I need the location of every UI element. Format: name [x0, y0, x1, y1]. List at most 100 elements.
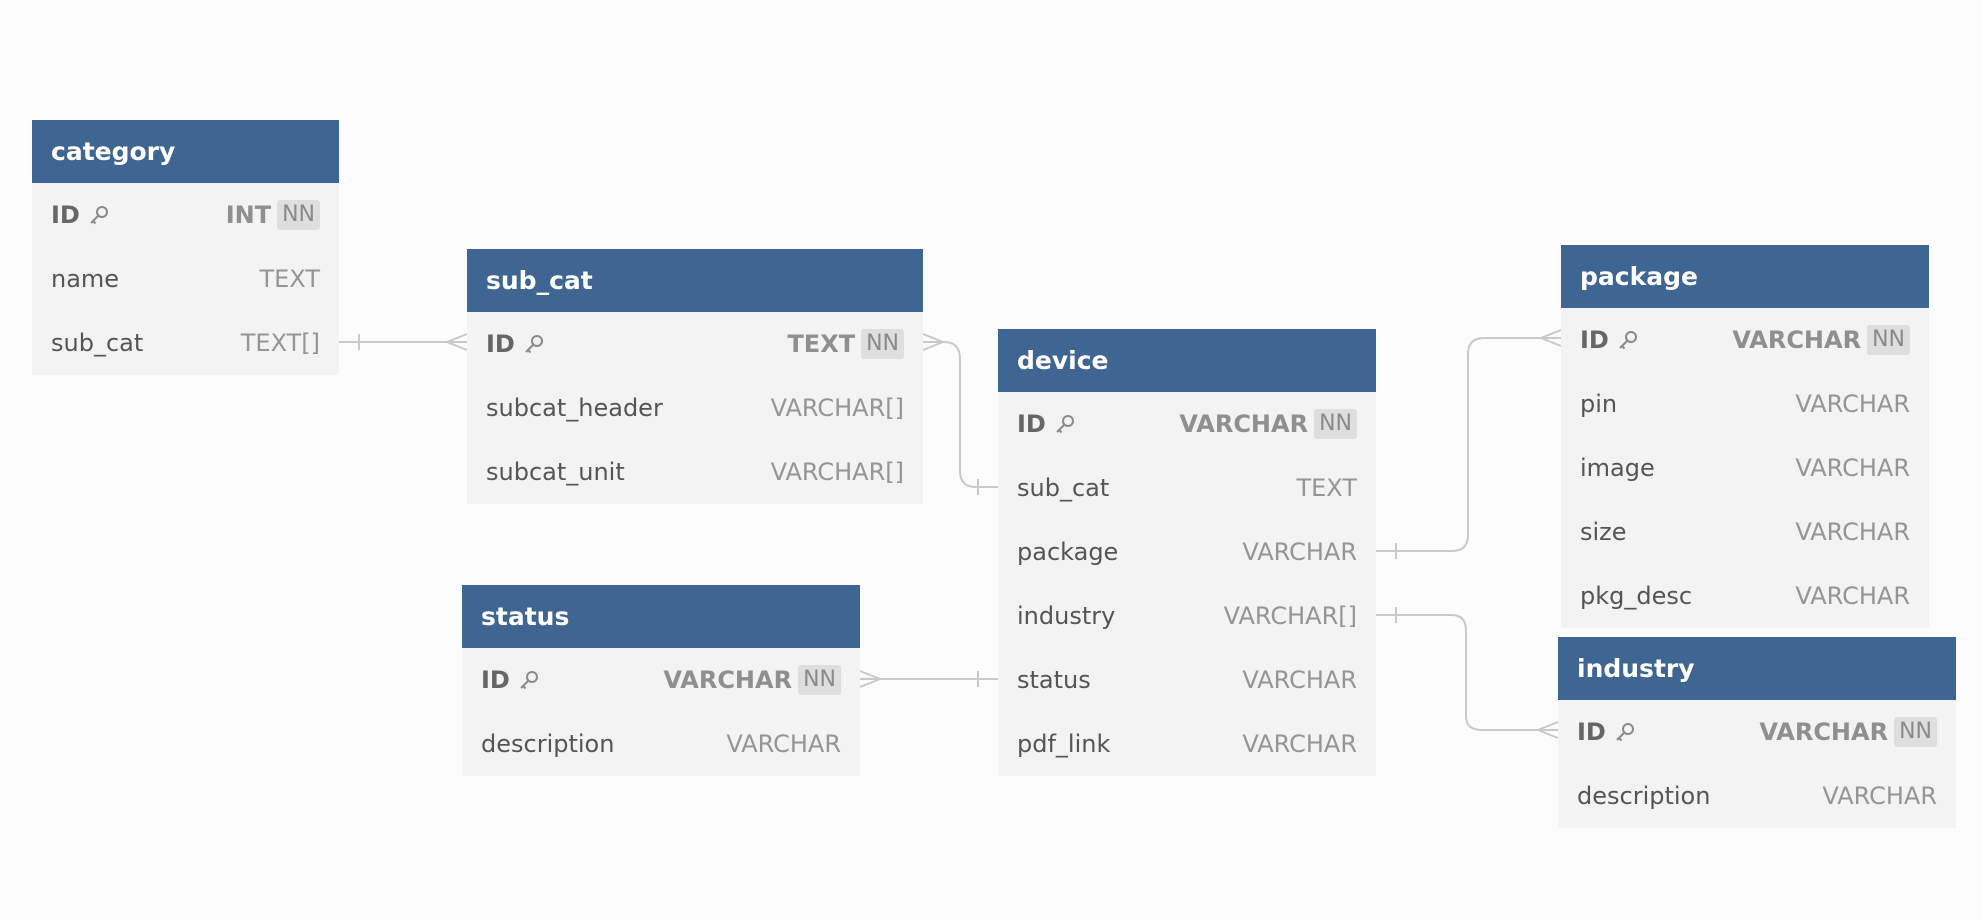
column-type: VARCHAR	[1822, 782, 1937, 810]
table-title: sub_cat	[486, 266, 593, 295]
column-row-status[interactable]: status VARCHAR	[998, 648, 1376, 712]
column-row-industry[interactable]: industry VARCHAR[]	[998, 584, 1376, 648]
column-type: VARCHAR[]	[770, 394, 904, 422]
column-name: ID	[1580, 326, 1609, 354]
connector-line	[1376, 337, 1561, 552]
column-type: VARCHAR	[1795, 582, 1910, 610]
column-row-sub-cat[interactable]: sub_cat TEXT	[998, 456, 1376, 520]
key-icon	[518, 669, 540, 691]
column-type: VARCHAR	[1795, 390, 1910, 418]
table-header-device[interactable]: device	[998, 329, 1376, 392]
column-row-description[interactable]: description VARCHAR	[462, 712, 860, 776]
not-null-badge: NN	[1314, 409, 1357, 439]
column-name: size	[1580, 518, 1627, 546]
not-null-badge: NN	[1867, 325, 1910, 355]
column-row-id[interactable]: ID INT NN	[32, 183, 339, 247]
column-type: VARCHAR	[726, 730, 841, 758]
not-null-badge: NN	[798, 665, 841, 695]
column-type: TEXT[]	[240, 329, 320, 357]
column-row-pkg-desc[interactable]: pkg_desc VARCHAR	[1561, 564, 1929, 628]
table-title: category	[51, 137, 176, 166]
column-row-image[interactable]: image VARCHAR	[1561, 436, 1929, 500]
column-type: TEXT	[787, 330, 856, 358]
column-name: ID	[486, 330, 515, 358]
column-name: package	[1017, 538, 1119, 566]
not-null-badge: NN	[277, 200, 320, 230]
column-name: sub_cat	[51, 329, 144, 357]
column-type: VARCHAR	[1242, 666, 1357, 694]
column-row-id[interactable]: ID VARCHAR NN	[998, 392, 1376, 456]
column-row-description[interactable]: description VARCHAR	[1558, 764, 1956, 828]
not-null-badge: NN	[861, 329, 904, 359]
many-marker	[444, 333, 468, 351]
column-type: VARCHAR	[1795, 454, 1910, 482]
column-row-sub-cat[interactable]: sub_cat TEXT[]	[32, 311, 339, 375]
table-package[interactable]: package ID VARCHAR NN pin VARCHAR image …	[1561, 245, 1929, 628]
column-row-pdf-link[interactable]: pdf_link VARCHAR	[998, 712, 1376, 776]
key-icon	[523, 333, 545, 355]
table-header-status[interactable]: status	[462, 585, 860, 648]
relationship-device-industry[interactable]	[1376, 607, 1559, 739]
relationship-device-status[interactable]	[859, 670, 998, 688]
table-sub-cat[interactable]: sub_cat ID TEXT NN subcat_header VARCHAR…	[467, 249, 923, 504]
column-name: description	[1577, 782, 1711, 810]
table-header-industry[interactable]: industry	[1558, 637, 1956, 700]
column-row-id[interactable]: ID VARCHAR NN	[1561, 308, 1929, 372]
table-header-category[interactable]: category	[32, 120, 339, 183]
column-row-id[interactable]: ID TEXT NN	[467, 312, 923, 376]
column-type: VARCHAR	[1242, 538, 1357, 566]
column-type: VARCHAR	[1795, 518, 1910, 546]
not-null-badge: NN	[1894, 717, 1937, 747]
column-type: VARCHAR[]	[770, 458, 904, 486]
column-name: name	[51, 265, 120, 293]
key-icon	[1617, 329, 1639, 351]
column-name: pin	[1580, 390, 1618, 418]
column-row-id[interactable]: ID VARCHAR NN	[1558, 700, 1956, 764]
column-type: TEXT	[259, 265, 320, 293]
column-row-id[interactable]: ID VARCHAR NN	[462, 648, 860, 712]
table-title: package	[1580, 262, 1698, 291]
column-name: sub_cat	[1017, 474, 1110, 502]
column-type: VARCHAR	[1732, 326, 1862, 354]
column-type: VARCHAR	[1242, 730, 1357, 758]
column-type: VARCHAR	[1759, 718, 1889, 746]
table-industry[interactable]: industry ID VARCHAR NN description VARCH…	[1558, 637, 1956, 828]
many-marker	[859, 670, 883, 688]
column-row-pin[interactable]: pin VARCHAR	[1561, 372, 1929, 436]
column-type: VARCHAR	[1179, 410, 1309, 438]
column-type: INT	[225, 201, 272, 229]
connector-line	[923, 341, 998, 488]
column-name: subcat_header	[486, 394, 663, 422]
key-icon	[1054, 413, 1076, 435]
er-diagram-canvas: category ID INT NN name TEXT sub_cat TEX…	[0, 0, 1982, 920]
table-category[interactable]: category ID INT NN name TEXT sub_cat TEX…	[32, 120, 339, 375]
table-header-package[interactable]: package	[1561, 245, 1929, 308]
table-title: status	[481, 602, 570, 631]
column-row-subcat-header[interactable]: subcat_header VARCHAR[]	[467, 376, 923, 440]
column-name: image	[1580, 454, 1655, 482]
column-name: subcat_unit	[486, 458, 625, 486]
column-name: ID	[1577, 718, 1606, 746]
column-name: description	[481, 730, 615, 758]
column-name: industry	[1017, 602, 1116, 630]
relationship-device-sub-cat[interactable]	[922, 333, 998, 495]
column-row-size[interactable]: size VARCHAR	[1561, 500, 1929, 564]
column-row-subcat-unit[interactable]: subcat_unit VARCHAR[]	[467, 440, 923, 504]
column-row-name[interactable]: name TEXT	[32, 247, 339, 311]
column-type: VARCHAR	[663, 666, 793, 694]
column-row-package[interactable]: package VARCHAR	[998, 520, 1376, 584]
many-marker	[1538, 329, 1562, 347]
many-marker	[1535, 721, 1559, 739]
table-title: industry	[1577, 654, 1695, 683]
column-name: pkg_desc	[1580, 582, 1693, 610]
relationship-category-sub-cat[interactable]	[339, 333, 468, 351]
column-name: ID	[481, 666, 510, 694]
table-title: device	[1017, 346, 1109, 375]
table-header-sub-cat[interactable]: sub_cat	[467, 249, 923, 312]
table-device[interactable]: device ID VARCHAR NN sub_cat TEXT packag…	[998, 329, 1376, 776]
column-type: TEXT	[1296, 474, 1357, 502]
relationship-device-package[interactable]	[1376, 329, 1562, 559]
column-name: status	[1017, 666, 1091, 694]
column-type: VARCHAR[]	[1223, 602, 1357, 630]
table-status[interactable]: status ID VARCHAR NN description VARCHAR	[462, 585, 860, 776]
